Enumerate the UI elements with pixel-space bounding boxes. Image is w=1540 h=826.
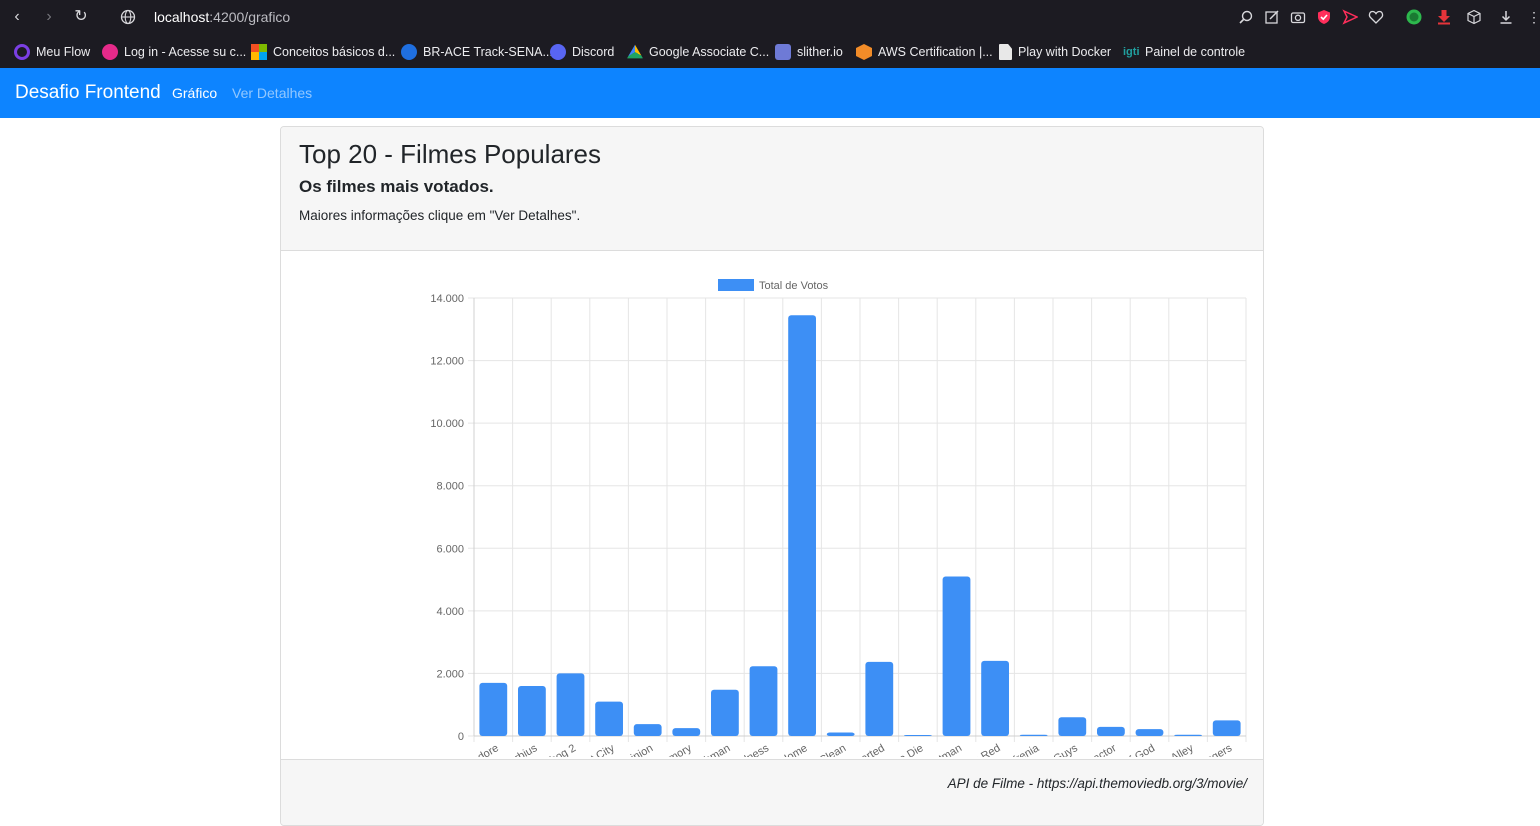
footer-api-text: API de Filme - https://api.themoviedb.or… bbox=[947, 776, 1247, 791]
bookmark-painel[interactable]: igti Painel de controle bbox=[1123, 42, 1245, 62]
aws-icon bbox=[856, 44, 872, 60]
card-header: Top 20 - Filmes Populares Os filmes mais… bbox=[281, 127, 1263, 251]
chart-bar bbox=[595, 701, 623, 736]
site-info-icon[interactable] bbox=[120, 9, 136, 25]
c-icon bbox=[401, 44, 417, 60]
send-icon[interactable] bbox=[1342, 9, 1358, 25]
bookmark-slither[interactable]: slither.io bbox=[775, 42, 843, 62]
chart-bar bbox=[865, 661, 894, 736]
bookmark-label: Play with Docker bbox=[1018, 45, 1112, 59]
back-icon[interactable]: ‹ bbox=[8, 8, 26, 26]
url-path: :4200/grafico bbox=[209, 9, 291, 25]
menu-icon[interactable]: ⋮ bbox=[1525, 8, 1540, 26]
chart-bar bbox=[904, 735, 932, 736]
chart-bar bbox=[1058, 717, 1087, 736]
x-tick-label: Memory bbox=[653, 742, 694, 757]
meu-flow-icon bbox=[14, 44, 30, 60]
reload-icon[interactable]: ↻ bbox=[72, 8, 90, 26]
y-tick-label: 0 bbox=[458, 731, 464, 743]
bookmark-play-with-docker[interactable]: Play with Docker bbox=[999, 42, 1111, 62]
bookmarks-bar: Meu Flow Log in - Acesse su c... Conceit… bbox=[0, 35, 1540, 68]
chart-bar bbox=[633, 724, 662, 736]
chart-bar bbox=[556, 673, 585, 736]
bookmark-label: slither.io bbox=[797, 45, 843, 59]
chart-bar bbox=[942, 576, 971, 736]
bookmark-login[interactable]: Log in - Acesse su c... bbox=[102, 42, 246, 62]
bookmark-label: Painel de controle bbox=[1145, 45, 1246, 59]
bookmark-label: AWS Certification |... bbox=[878, 45, 993, 59]
card-footer: API de Filme - https://api.themoviedb.or… bbox=[281, 759, 1263, 825]
cube-icon[interactable] bbox=[1466, 9, 1482, 25]
file-icon bbox=[999, 44, 1012, 60]
chart-bar bbox=[711, 689, 739, 736]
chart-bar bbox=[1174, 734, 1202, 736]
bookmark-label: BR-ACE Track-SENA... bbox=[423, 45, 553, 59]
url-host: localhost bbox=[154, 9, 210, 25]
votes-bar-chart: 0 2.000 4.000 6.000 8.000 10.000 12.000 14.000 F… bbox=[303, 279, 1247, 757]
igti-icon: igti bbox=[1123, 46, 1140, 58]
bookmark-label: Google Associate C... bbox=[649, 45, 770, 59]
discord-icon bbox=[550, 44, 566, 60]
microsoft-icon bbox=[251, 44, 267, 60]
ef-icon bbox=[102, 44, 118, 60]
chart-bar bbox=[749, 666, 778, 736]
x-tick-label: Morbius bbox=[500, 742, 540, 757]
y-tick-label: 14.000 bbox=[430, 293, 464, 305]
bookmark-conceitos[interactable]: Conceitos básicos d... bbox=[251, 42, 395, 62]
google-drive-icon bbox=[627, 44, 643, 59]
legend-label: Total de Votos bbox=[759, 280, 829, 292]
slither-icon bbox=[775, 44, 791, 60]
chart-bar bbox=[1097, 726, 1125, 736]
bookmark-label: Conceitos básicos d... bbox=[273, 45, 396, 59]
bookmark-discord[interactable]: Discord bbox=[550, 42, 614, 62]
chart-bar bbox=[1212, 720, 1241, 736]
card-text: Maiores informações clique em "Ver Detal… bbox=[299, 208, 581, 223]
edit-icon[interactable] bbox=[1264, 9, 1280, 25]
chart-bar bbox=[1135, 729, 1164, 736]
nav-link-grafico[interactable]: Gráfico bbox=[172, 85, 217, 101]
y-tick-label: 2.000 bbox=[436, 668, 464, 680]
bookmark-aws[interactable]: AWS Certification |... bbox=[856, 42, 993, 62]
card-subtitle: Os filmes mais votados. bbox=[299, 177, 494, 196]
chart-bar bbox=[479, 682, 508, 736]
bookmark-label: Meu Flow bbox=[36, 45, 91, 59]
bookmark-google-associate[interactable]: Google Associate C... bbox=[627, 42, 769, 62]
y-tick-label: 8.000 bbox=[436, 481, 464, 493]
download-extension-icon[interactable] bbox=[1436, 9, 1452, 25]
navbar-brand[interactable]: Desafio Frontend bbox=[15, 82, 161, 104]
chart-bar bbox=[826, 732, 855, 736]
heart-icon[interactable] bbox=[1368, 9, 1384, 25]
chart-card: Top 20 - Filmes Populares Os filmes mais… bbox=[280, 126, 1264, 826]
downloads-icon[interactable] bbox=[1498, 9, 1514, 25]
nav-link-ver-detalhes[interactable]: Ver Detalhes bbox=[232, 85, 312, 101]
chart-bar bbox=[518, 685, 546, 736]
bookmark-label: Log in - Acesse su c... bbox=[124, 45, 247, 59]
vpn-shield-icon[interactable] bbox=[1316, 9, 1332, 25]
app-navbar: Desafio Frontend Gráfico Ver Detalhes bbox=[0, 68, 1540, 118]
y-tick-label: 4.000 bbox=[436, 606, 464, 618]
address-bar[interactable]: localhost:4200/grafico bbox=[154, 9, 290, 25]
card-title: Top 20 - Filmes Populares bbox=[299, 139, 602, 169]
forward-icon[interactable]: › bbox=[40, 8, 58, 26]
chart-bar bbox=[672, 728, 701, 736]
bookmark-label: Discord bbox=[572, 45, 615, 59]
chart-bar bbox=[788, 315, 816, 736]
browser-toolbar: ‹ › ↻ localhost:4200/grafico ⋮ bbox=[0, 0, 1540, 35]
camera-icon[interactable] bbox=[1290, 9, 1306, 25]
y-tick-label: 12.000 bbox=[430, 356, 464, 368]
legend-swatch bbox=[718, 279, 754, 291]
y-tick-label: 6.000 bbox=[436, 543, 464, 555]
x-tick-label: Fantastic Beasts: The Secrets of Dumbled… bbox=[303, 742, 501, 757]
search-icon[interactable] bbox=[1238, 9, 1254, 25]
x-tick-label: Clean bbox=[817, 742, 848, 757]
y-tick-label: 10.000 bbox=[430, 418, 464, 430]
profile-avatar-icon[interactable] bbox=[1406, 9, 1422, 25]
bookmark-meu-flow[interactable]: Meu Flow bbox=[14, 42, 90, 62]
chart-bar bbox=[1019, 734, 1048, 736]
chart-bar bbox=[981, 660, 1009, 736]
bookmark-br-ace[interactable]: BR-ACE Track-SENA... bbox=[401, 42, 553, 62]
